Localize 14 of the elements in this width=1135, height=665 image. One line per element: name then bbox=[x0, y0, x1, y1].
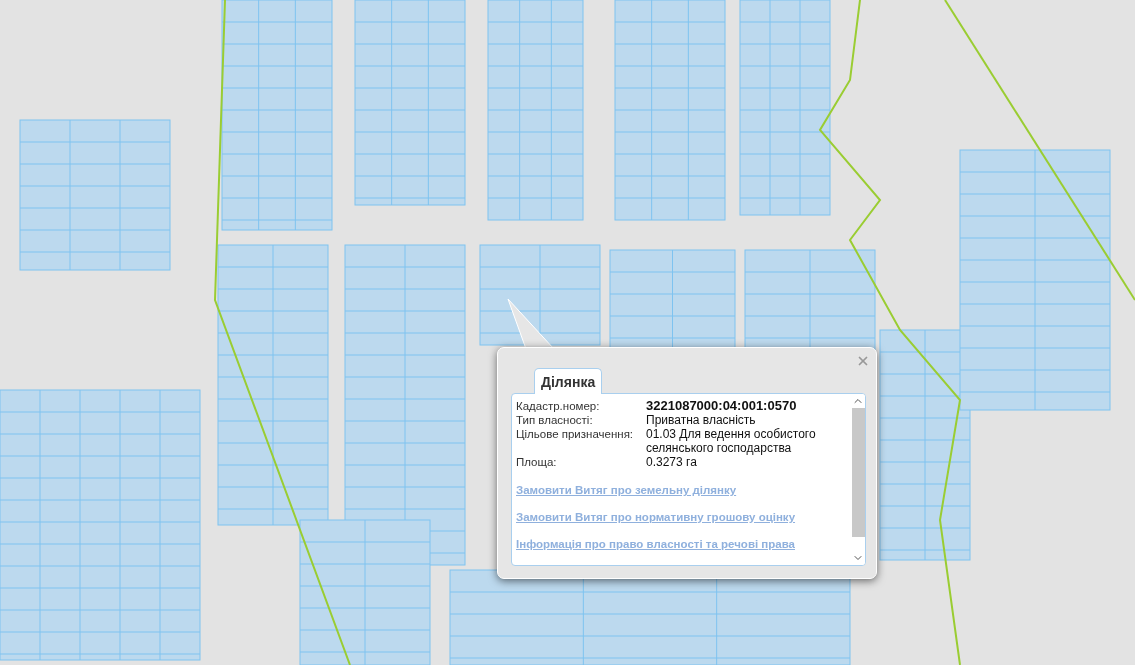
close-icon[interactable] bbox=[856, 354, 870, 368]
field-label: Цільове призначення: bbox=[516, 427, 635, 442]
field-label: Тип власності: bbox=[516, 413, 594, 427]
field-label: Кадастр.номер: bbox=[516, 399, 601, 413]
parcel-tab[interactable]: Ділянка bbox=[534, 368, 603, 394]
order-link[interactable]: Замовити Витяг про нормативну грошову оцінку bbox=[516, 511, 796, 523]
field-value: Приватна власність bbox=[646, 413, 757, 427]
scrollbar[interactable] bbox=[851, 394, 865, 565]
order-link[interactable]: Замовити Витяг про земельну ділянку bbox=[516, 484, 737, 496]
field-value: 0.3273 га bbox=[646, 455, 698, 469]
order-link[interactable]: Інформація про право власності та речові права bbox=[516, 538, 795, 550]
field-value: 3221087000:04:001:0570 bbox=[646, 399, 798, 413]
field-value: 01.03 Для ведення особистого селянського господарства bbox=[646, 427, 817, 455]
field-label: Площа: bbox=[516, 455, 558, 469]
